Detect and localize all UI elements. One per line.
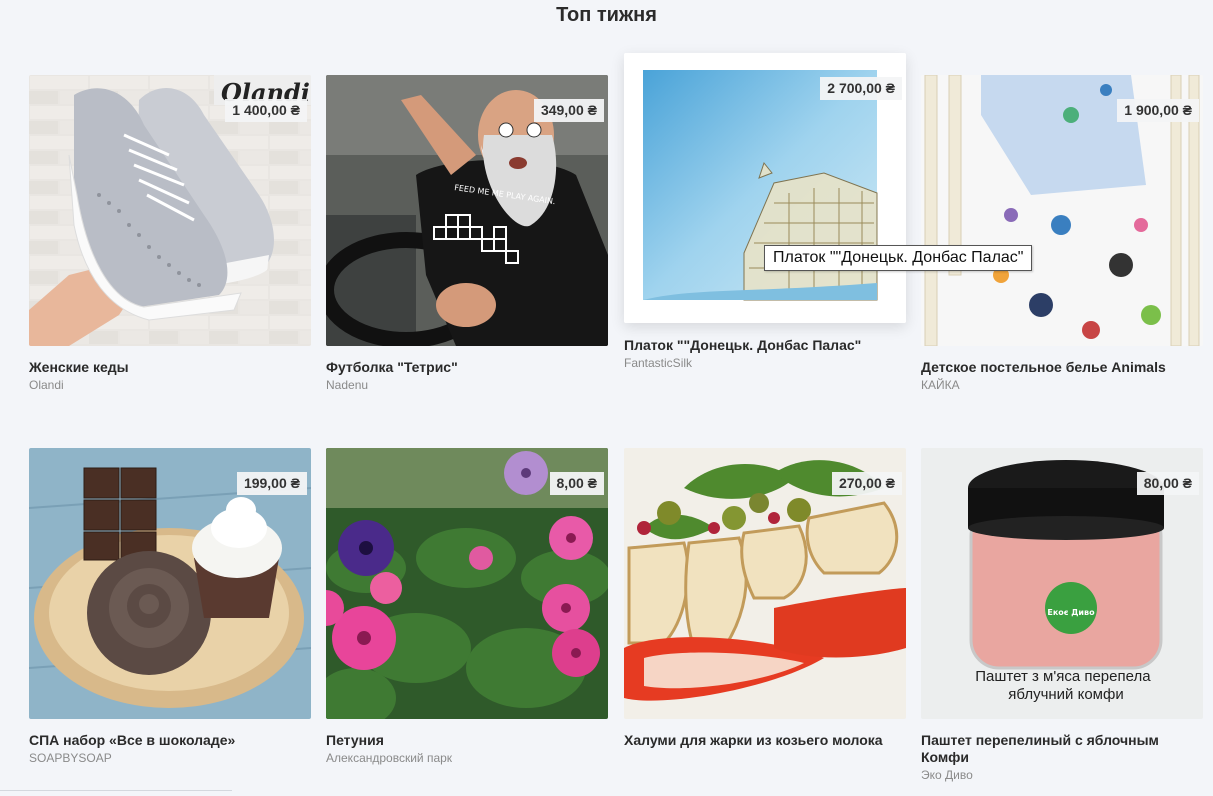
product-seller[interactable]: Nadenu [326,378,608,393]
product-image[interactable]: Olandi 1 400,00 ₴ [29,75,311,346]
product-seller[interactable]: SOAPBYSOAP [29,751,311,766]
divider [0,790,232,791]
product-title[interactable]: Футболка "Тетрис" [326,359,608,376]
product-card-spa-set[interactable]: 199,00 ₴ СПА набор «Все в шоколаде» SOAP… [29,448,311,766]
brand-badge-text: Екоє Диво [1047,608,1095,617]
price-tag: 1 900,00 ₴ [1117,99,1199,122]
product-card-petunia[interactable]: 8,00 ₴ Петуния Александровский парк [326,448,608,766]
product-seller[interactable]: Olandi [29,378,311,393]
product-card-pate[interactable]: Екоє Диво Паштет з м'яса перепела яблучн… [921,448,1203,783]
product-seller[interactable]: Александровский парк [326,751,608,766]
product-seller[interactable]: FantasticSilk [624,356,906,371]
product-card-scarf[interactable]: 2 700,00 ₴ Платок ""Донецьк. Донбас Пала… [624,53,906,371]
top-week-page: Топ тижня Olandi 1 400,00 ₴ Женские кеды… [0,0,1213,796]
product-title[interactable]: СПА набор «Все в шоколаде» [29,732,311,749]
product-title[interactable]: Женские кеды [29,359,311,376]
price-tag: 80,00 ₴ [1136,472,1199,495]
price-tag: 199,00 ₴ [236,472,307,495]
product-card-tetris-tshirt[interactable]: FEED ME ME PLAY AGAIN. 349,00 ₴ Футболка… [326,75,608,393]
product-card-bedding[interactable]: 1 900,00 ₴ Детское постельное белье Anim… [921,75,1203,393]
price-tag: 349,00 ₴ [533,99,604,122]
product-title[interactable]: Платок ""Донецьк. Донбас Палас" [624,337,906,354]
section-title: Топ тижня [556,4,657,26]
product-seller[interactable]: КАЙКА [921,378,1203,393]
product-title[interactable]: Халуми для жарки из козьего молока [624,732,906,749]
product-image[interactable]: Екоє Диво Паштет з м'яса перепела яблучн… [921,448,1203,719]
product-card-halloumi[interactable]: 270,00 ₴ Халуми для жарки из козьего мол… [624,448,906,751]
product-image[interactable]: 2 700,00 ₴ [624,53,906,323]
product-image[interactable]: 270,00 ₴ [624,448,906,719]
product-title-tooltip: Платок ""Донецьк. Донбас Палас" [764,245,1033,271]
product-title[interactable]: Паштет перепелиный с яблочным Комфи [921,732,1203,766]
product-title[interactable]: Петуния [326,732,608,749]
product-title[interactable]: Детское постельное белье Animals [921,359,1203,376]
product-card-sneakers[interactable]: Olandi 1 400,00 ₴ Женские кеды Olandi [29,75,311,393]
product-image[interactable]: 1 900,00 ₴ [921,75,1203,346]
price-tag: 8,00 ₴ [549,472,604,495]
price-tag: 1 400,00 ₴ [225,99,307,122]
price-tag: 2 700,00 ₴ [820,77,902,100]
product-image[interactable]: 199,00 ₴ [29,448,311,719]
product-image[interactable]: 8,00 ₴ [326,448,608,719]
product-image[interactable]: FEED ME ME PLAY AGAIN. 349,00 ₴ [326,75,608,346]
price-tag: 270,00 ₴ [831,472,902,495]
product-seller[interactable]: Эко Диво [921,768,1203,783]
